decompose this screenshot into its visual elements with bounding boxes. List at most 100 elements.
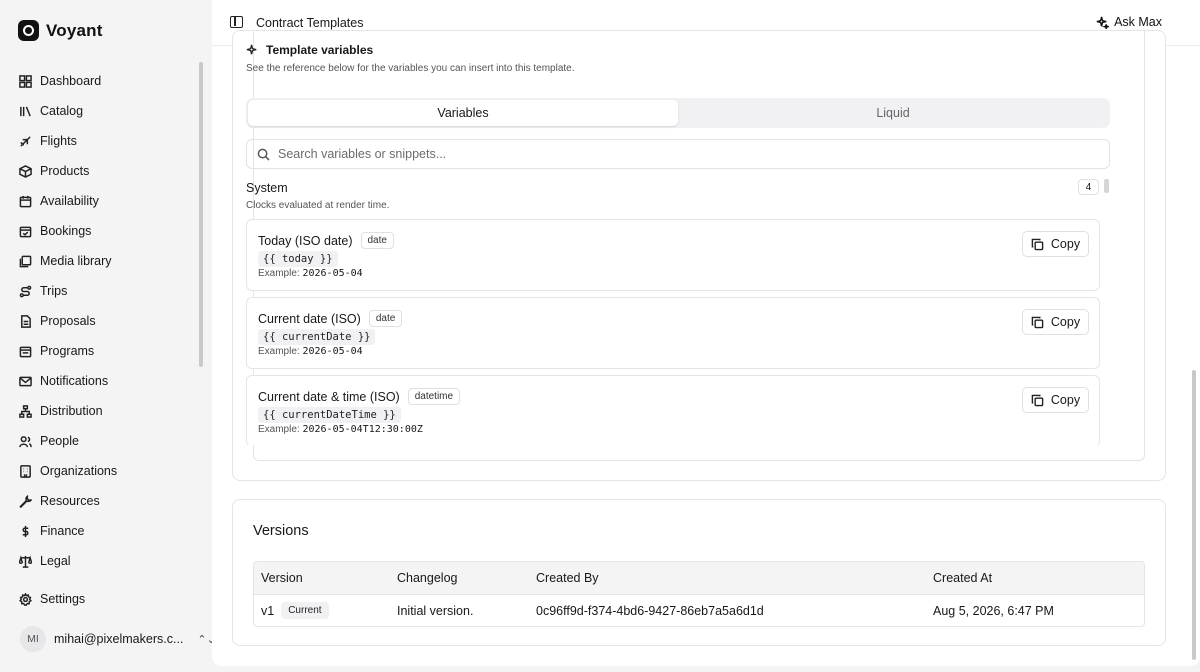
variable-header: Current date & time (ISO) datetime <box>258 388 461 405</box>
sidebar-item-people[interactable]: People <box>12 426 200 456</box>
template-variables-title: Template variables <box>266 43 374 57</box>
copy-button[interactable]: Copy <box>1022 231 1089 257</box>
sidebar-item-programs[interactable]: Programs <box>12 336 200 366</box>
column-header-created-by: Created By <box>536 571 599 585</box>
brand[interactable]: Voyant <box>18 20 103 41</box>
package-icon <box>19 164 32 178</box>
cell-changelog: Initial version. <box>397 603 474 618</box>
variable-header: Today (ISO date) date <box>258 232 394 249</box>
sidebar: Voyant Dashboard Catalog Flights Product… <box>0 0 216 672</box>
search-icon <box>257 148 270 161</box>
calendar-icon <box>19 195 32 208</box>
building-icon <box>19 464 32 478</box>
sidebar-item-flights[interactable]: Flights <box>12 126 200 156</box>
current-badge: Current <box>281 602 329 619</box>
voyant-logo-icon <box>18 20 39 41</box>
example-value: 2026-05-04T12:30:00Z <box>302 424 423 435</box>
catalog-icon <box>19 105 32 118</box>
sidebar-item-notifications[interactable]: Notifications <box>12 366 200 396</box>
versions-card: Versions Version Changelog Created By Cr… <box>232 499 1166 646</box>
sidebar-item-finance[interactable]: Finance <box>12 516 200 546</box>
version-number: v1 <box>261 603 275 618</box>
variable-header: Current date (ISO) date <box>258 310 403 327</box>
variable-type-badge: date <box>360 232 394 249</box>
sidebar-item-bookings[interactable]: Bookings <box>12 216 200 246</box>
copy-icon <box>1031 316 1044 328</box>
template-variables-subtitle: See the reference below for the variable… <box>246 63 575 74</box>
sidebar-item-trips[interactable]: Trips <box>12 276 200 306</box>
variables-list: Today (ISO date) date {{ today }} Exampl… <box>246 219 1100 445</box>
users-icon <box>19 435 32 448</box>
sidebar-item-label: Legal <box>40 554 71 568</box>
column-header-created-at: Created At <box>933 571 993 585</box>
example-value: 2026-05-04 <box>302 346 363 357</box>
sidebar-item-distribution[interactable]: Distribution <box>12 396 200 426</box>
variable-code: {{ today }} <box>258 251 338 267</box>
user-menu[interactable]: MI mihai@pixelmakers.c... ⌃⌄ <box>20 626 216 652</box>
avatar: MI <box>20 626 46 652</box>
copy-button[interactable]: Copy <box>1022 309 1089 335</box>
sidebar-item-legal[interactable]: Legal <box>12 546 200 576</box>
sidebar-item-dashboard[interactable]: Dashboard <box>12 66 200 96</box>
sidebar-item-products[interactable]: Products <box>12 156 200 186</box>
mail-icon <box>19 375 32 388</box>
sidebar-item-label: Settings <box>40 592 86 606</box>
brand-name: Voyant <box>46 20 103 40</box>
sidebar-item-label: Finance <box>40 524 85 538</box>
variable-name: Current date & time (ISO) <box>258 389 400 404</box>
cell-version: v1 Current <box>254 602 397 619</box>
sidebar-item-label: Trips <box>40 284 68 298</box>
variables-tabs: Variables Liquid <box>246 98 1110 128</box>
copy-button[interactable]: Copy <box>1022 387 1089 413</box>
sidebar-item-proposals[interactable]: Proposals <box>12 306 200 336</box>
copy-label: Copy <box>1050 237 1081 251</box>
calendar-range-icon <box>19 345 32 358</box>
versions-title: Versions <box>253 523 309 539</box>
route-icon <box>19 285 32 298</box>
sidebar-item-availability[interactable]: Availability <box>12 186 200 216</box>
sidebar-settings: Settings <box>12 584 200 614</box>
main-scrollbar[interactable] <box>1192 370 1196 660</box>
tab-variables[interactable]: Variables <box>248 100 678 126</box>
copy-icon <box>1031 238 1044 250</box>
variable-card: Current date (ISO) date {{ currentDate }… <box>246 297 1100 369</box>
sidebar-item-label: Flights <box>40 134 77 148</box>
ask-max-button[interactable]: Ask Max <box>1096 15 1162 29</box>
sidebar-item-label: Bookings <box>40 224 92 238</box>
example-label: Example: <box>258 346 300 357</box>
copy-icon <box>1031 394 1044 406</box>
sidebar-item-label: Distribution <box>40 404 103 418</box>
images-icon <box>19 255 32 268</box>
network-icon <box>19 404 32 418</box>
sidebar-item-media-library[interactable]: Media library <box>12 246 200 276</box>
ask-max-label: Ask Max <box>1114 15 1162 29</box>
sidebar-item-resources[interactable]: Resources <box>12 486 200 516</box>
page-title: Contract Templates <box>256 16 364 30</box>
table-row[interactable]: v1 Current Initial version. 0c96ff9d-f37… <box>254 595 1144 626</box>
sparkles-icon <box>246 44 257 54</box>
dollar-icon <box>19 525 32 538</box>
variable-type-badge: date <box>368 310 403 327</box>
variable-card: Current date & time (ISO) datetime {{ cu… <box>246 375 1100 445</box>
example-label: Example: <box>258 268 300 279</box>
search-input[interactable] <box>278 147 1078 161</box>
copy-label: Copy <box>1050 393 1081 407</box>
variable-name: Today (ISO date) <box>258 233 353 248</box>
sidebar-item-organizations[interactable]: Organizations <box>12 456 200 486</box>
variables-scrollbar[interactable] <box>1104 179 1109 193</box>
sidebar-item-label: Products <box>40 164 90 178</box>
column-header-version: Version <box>261 571 303 585</box>
sidebar-item-settings[interactable]: Settings <box>12 584 200 614</box>
dashboard-icon <box>19 74 32 88</box>
sidebar-scrollbar[interactable] <box>199 62 203 367</box>
example-value: 2026-05-04 <box>302 268 363 279</box>
variable-code: {{ currentDateTime }} <box>258 407 401 423</box>
variable-example: Example: 2026-05-04 <box>258 346 363 357</box>
example-label: Example: <box>258 424 300 435</box>
variable-example: Example: 2026-05-04 <box>258 268 363 279</box>
sidebar-item-catalog[interactable]: Catalog <box>12 96 200 126</box>
sidebar-toggle-icon[interactable] <box>230 16 243 28</box>
tab-liquid[interactable]: Liquid <box>678 100 1108 126</box>
cell-created-by: 0c96ff9d-f374-4bd6-9427-86eb7a5a6d1d <box>536 603 764 618</box>
sidebar-item-label: Organizations <box>40 464 118 478</box>
